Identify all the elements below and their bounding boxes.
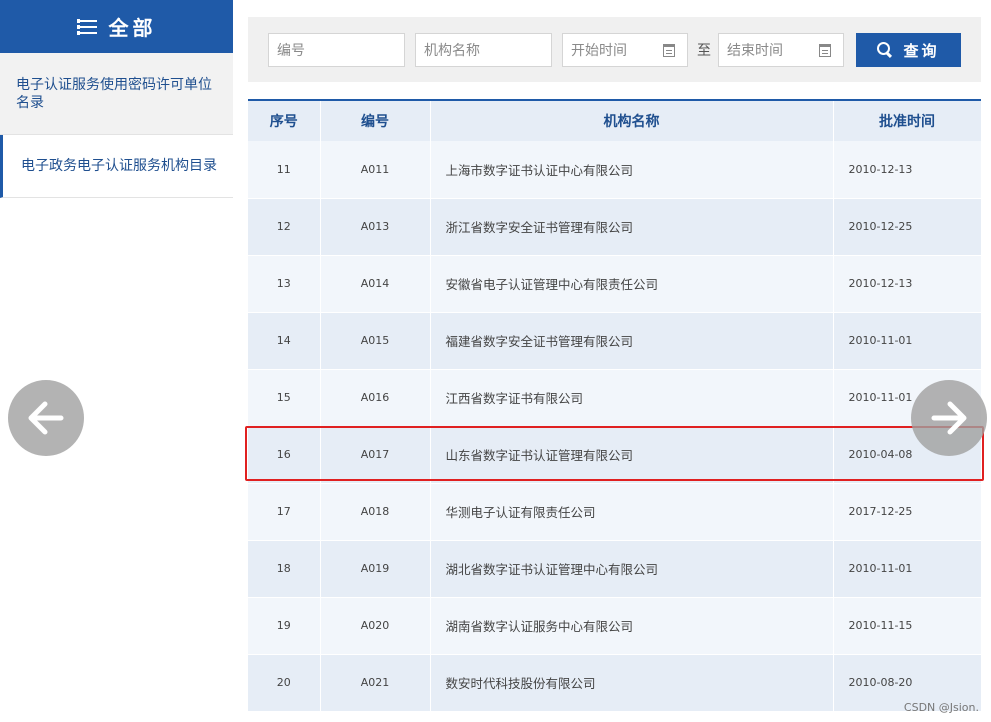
row-org-name: 湖南省数字认证服务中心有限公司: [430, 597, 834, 655]
row-index: 16: [248, 426, 321, 484]
start-date-placeholder: 开始时间: [571, 43, 627, 59]
next-page-button[interactable]: [911, 380, 987, 456]
row-index: 12: [248, 198, 321, 256]
row-org-name: 华测电子认证有限责任公司: [430, 483, 834, 541]
list-icon: [76, 18, 97, 36]
row-code: A017: [320, 426, 431, 484]
table-row[interactable]: 20 A021 数安时代科技股份有限公司 2010-08-20: [248, 654, 982, 712]
table-row[interactable]: 13 A014 安徽省电子认证管理中心有限责任公司 2010-12-13: [248, 255, 982, 313]
row-code: A016: [320, 369, 431, 427]
row-approval-date: 2010-11-01: [833, 540, 982, 598]
row-code: A015: [320, 312, 431, 370]
sidebar-title: 全部: [108, 16, 157, 40]
org-table: 序号 编号 机构名称 批准时间 11 A011 上海市数字证书认证中心有限公司 …: [248, 99, 982, 712]
sidebar-header[interactable]: 全部: [0, 0, 233, 53]
row-index: 18: [248, 540, 321, 598]
table-row[interactable]: 11 A011 上海市数字证书认证中心有限公司 2010-12-13: [248, 141, 982, 199]
row-code: A019: [320, 540, 431, 598]
org-name-input-placeholder: 机构名称: [424, 43, 480, 59]
watermark: CSDN @Jsion.: [903, 701, 979, 714]
search-icon: [877, 42, 893, 58]
calendar-icon[interactable]: [663, 44, 675, 57]
row-org-name: 上海市数字证书认证中心有限公司: [430, 141, 834, 199]
end-date-input[interactable]: 结束时间: [718, 33, 844, 67]
header-index: 序号: [248, 101, 321, 141]
row-org-name: 山东省数字证书认证管理有限公司: [430, 426, 834, 484]
header-code: 编号: [320, 101, 431, 141]
table-header-row: 序号 编号 机构名称 批准时间: [248, 101, 982, 141]
org-name-input[interactable]: 机构名称: [415, 33, 552, 67]
row-org-name: 湖北省数字证书认证管理中心有限公司: [430, 540, 834, 598]
filter-bar: 编号 机构名称 开始时间 至 结束时间 查询: [248, 17, 981, 82]
row-code: A014: [320, 255, 431, 313]
table-row[interactable]: 14 A015 福建省数字安全证书管理有限公司 2010-11-01: [248, 312, 982, 370]
search-button-label: 查询: [903, 41, 940, 60]
arrow-right-icon: [931, 401, 967, 435]
sidebar-item-crypto-license[interactable]: 电子认证服务使用密码许可单位名录: [0, 53, 233, 135]
start-date-input[interactable]: 开始时间: [562, 33, 688, 67]
sidebar-item-label: 电子政务电子认证服务机构目录: [21, 158, 217, 174]
table-row[interactable]: 17 A018 华测电子认证有限责任公司 2017-12-25: [248, 483, 982, 541]
row-code: A021: [320, 654, 431, 712]
search-button[interactable]: 查询: [856, 33, 961, 67]
table-row[interactable]: 18 A019 湖北省数字证书认证管理中心有限公司 2010-11-01: [248, 540, 982, 598]
sidebar: 全部 电子认证服务使用密码许可单位名录 电子政务电子认证服务机构目录: [0, 0, 233, 198]
row-org-name: 安徽省电子认证管理中心有限责任公司: [430, 255, 834, 313]
sidebar-item-egov-ca[interactable]: 电子政务电子认证服务机构目录: [0, 135, 233, 198]
row-code: A013: [320, 198, 431, 256]
row-code: A011: [320, 141, 431, 199]
row-approval-date: 2010-11-01: [833, 312, 982, 370]
row-code: A018: [320, 483, 431, 541]
table-row[interactable]: 12 A013 浙江省数字安全证书管理有限公司 2010-12-25: [248, 198, 982, 256]
row-approval-date: 2017-12-25: [833, 483, 982, 541]
row-approval-date: 2010-11-15: [833, 597, 982, 655]
arrow-left-icon: [28, 401, 64, 435]
row-code: A020: [320, 597, 431, 655]
row-index: 13: [248, 255, 321, 313]
table-row[interactable]: 19 A020 湖南省数字认证服务中心有限公司 2010-11-15: [248, 597, 982, 655]
row-org-name: 江西省数字证书有限公司: [430, 369, 834, 427]
row-org-name: 浙江省数字安全证书管理有限公司: [430, 198, 834, 256]
prev-page-button[interactable]: [8, 380, 84, 456]
row-approval-date: 2010-12-25: [833, 198, 982, 256]
table-row[interactable]: 15 A016 江西省数字证书有限公司 2010-11-01: [248, 369, 982, 427]
row-approval-date: 2010-12-13: [833, 255, 982, 313]
row-index: 11: [248, 141, 321, 199]
row-index: 14: [248, 312, 321, 370]
end-date-placeholder: 结束时间: [727, 43, 783, 59]
calendar-icon[interactable]: [819, 44, 831, 57]
table-row-highlighted[interactable]: 16 A017 山东省数字证书认证管理有限公司 2010-04-08: [248, 426, 982, 484]
sidebar-item-label: 电子认证服务使用密码许可单位名录: [16, 76, 212, 111]
row-index: 17: [248, 483, 321, 541]
row-index: 15: [248, 369, 321, 427]
code-input-placeholder: 编号: [277, 43, 305, 59]
row-org-name: 福建省数字安全证书管理有限公司: [430, 312, 834, 370]
date-range-separator: 至: [697, 43, 711, 59]
row-approval-date: 2010-12-13: [833, 141, 982, 199]
header-org-name: 机构名称: [430, 101, 834, 141]
row-index: 20: [248, 654, 321, 712]
row-index: 19: [248, 597, 321, 655]
header-approval-date: 批准时间: [833, 101, 982, 141]
row-org-name: 数安时代科技股份有限公司: [430, 654, 834, 712]
code-input[interactable]: 编号: [268, 33, 405, 67]
